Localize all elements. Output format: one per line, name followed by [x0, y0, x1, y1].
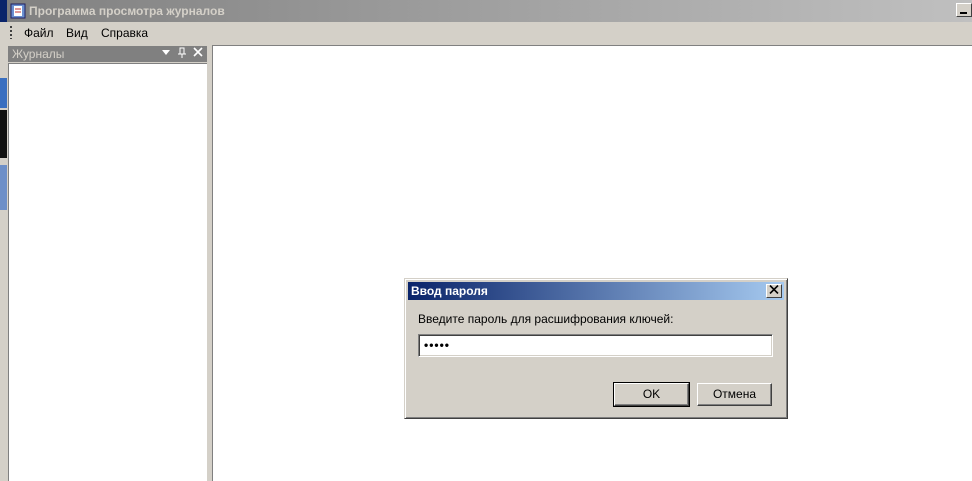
panel-header: Журналы: [8, 46, 207, 62]
close-icon[interactable]: [191, 47, 205, 61]
app-icon: [10, 3, 26, 19]
desktop-icon-strip: [0, 110, 7, 158]
desktop-icon-strip: [0, 0, 7, 22]
dropdown-icon[interactable]: [159, 47, 173, 61]
desktop-background: [0, 0, 7, 481]
menu-bar: Файл Вид Справка: [7, 22, 972, 43]
minimize-button[interactable]: [956, 3, 972, 17]
password-dialog: Ввод пароля Введите пароль для расшифров…: [404, 278, 788, 419]
title-bar[interactable]: Программа просмотра журналов: [7, 0, 972, 22]
dialog-title: Ввод пароля: [411, 284, 488, 298]
journals-panel: Журналы: [7, 45, 209, 481]
ok-button[interactable]: OK: [613, 382, 690, 407]
dialog-close-button[interactable]: [766, 284, 782, 298]
password-input[interactable]: •••••: [418, 334, 773, 357]
desktop-icon-strip: [0, 165, 7, 210]
menu-help[interactable]: Справка: [101, 26, 148, 40]
pin-icon[interactable]: [175, 47, 189, 61]
toolbar-grip-icon[interactable]: [10, 26, 12, 39]
journals-tree[interactable]: [8, 63, 207, 481]
menu-view[interactable]: Вид: [66, 26, 88, 40]
panel-title: Журналы: [12, 47, 65, 61]
desktop-icon-strip: [0, 78, 7, 108]
close-icon: [769, 284, 779, 295]
window-title: Программа просмотра журналов: [29, 4, 225, 18]
cancel-button[interactable]: Отмена: [697, 383, 772, 406]
menu-file[interactable]: Файл: [24, 26, 54, 40]
dialog-title-bar[interactable]: Ввод пароля: [408, 282, 784, 300]
password-prompt: Введите пароль для расшифрования ключей:: [418, 312, 674, 326]
